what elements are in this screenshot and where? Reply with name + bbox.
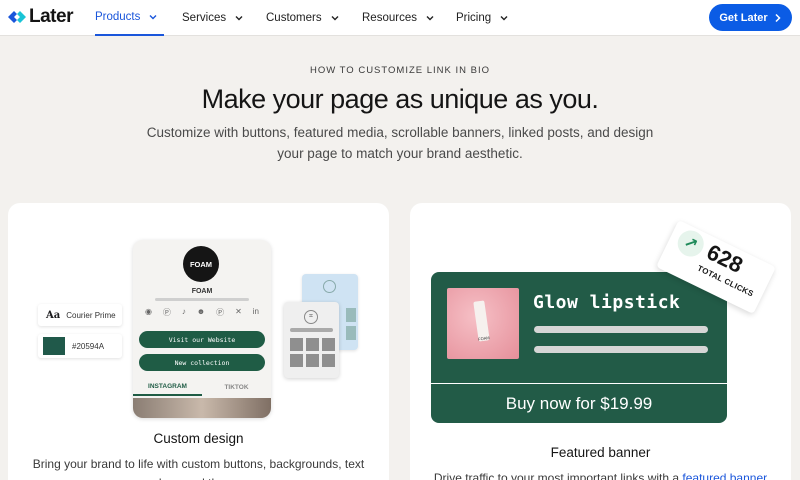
chevron-right-icon — [775, 13, 781, 22]
later-logo-icon — [8, 11, 26, 23]
new-collection-button[interactable]: New collection — [139, 354, 265, 371]
nav-customers-label: Customers — [266, 12, 322, 24]
featured-banner-link[interactable]: featured banner — [682, 471, 767, 480]
card-description: Bring your brand to life with custom but… — [32, 457, 365, 480]
x-icon: ✕ — [235, 307, 242, 316]
card-description: Drive traffic to your most important lin… — [420, 469, 781, 480]
lipstick-image: FOAM — [447, 288, 519, 359]
avatar: FOAM — [183, 246, 219, 282]
font-selector[interactable]: Aa Courier Prime — [38, 304, 122, 326]
banner-buy-label: Buy now for $19.99 — [505, 393, 653, 413]
font-sample: Aa — [46, 309, 61, 321]
social-icons-row: ◉ Ⓟ ♪ ☻ Ⓟ ✕ in — [145, 307, 259, 318]
nav-products-label: Products — [95, 11, 141, 23]
banner-text-placeholder — [534, 346, 708, 353]
chevron-down-icon — [500, 16, 508, 21]
grey-theme-preview: ⌗ — [284, 302, 339, 378]
color-hex: #20594A — [72, 341, 105, 351]
banner-text-placeholder — [534, 326, 708, 333]
card-title: Featured banner — [550, 445, 651, 460]
color-selector[interactable]: #20594A — [38, 334, 122, 358]
nav-pricing[interactable]: Pricing — [456, 0, 509, 36]
chevron-down-icon — [426, 16, 434, 21]
snapchat-icon: ☻ — [196, 307, 206, 316]
custom-design-card: ⌗ FOAM FOAM ◉ Ⓟ ♪ ☻ Ⓟ ✕ in Visit our Web… — [8, 203, 389, 480]
get-later-label: Get Later — [719, 11, 768, 24]
nav-services[interactable]: Services — [182, 0, 244, 36]
tiktok-icon: ♪ — [181, 307, 186, 316]
top-nav: Later Products Services Customers Resour… — [0, 0, 800, 36]
chevron-down-icon — [149, 15, 157, 20]
pinterest-icon: Ⓟ — [216, 308, 225, 317]
get-later-button[interactable]: Get Later — [709, 4, 792, 31]
linkedin-icon: in — [252, 307, 259, 316]
nav-resources[interactable]: Resources — [362, 0, 435, 36]
banner-title: Glow lipstick — [533, 292, 681, 313]
page-subtitle: Customize with buttons, featured media, … — [146, 125, 654, 161]
tab-instagram[interactable]: INSTAGRAM — [133, 378, 202, 396]
nav-resources-label: Resources — [362, 12, 417, 24]
chevron-down-icon — [235, 16, 243, 21]
later-logo[interactable]: Later — [8, 6, 73, 28]
arrow-up-right-icon: ↗ — [673, 226, 709, 261]
tab-tiktok[interactable]: TIKTOK — [202, 378, 271, 396]
font-name: Courier Prime — [66, 310, 116, 320]
profile-tabs: INSTAGRAM TIKTOK — [133, 378, 271, 396]
instagram-icon: ◉ — [145, 307, 152, 316]
section-eyebrow: HOW TO CUSTOMIZE LINK IN BIO — [309, 65, 491, 76]
page-title: Make your page as unique as you. — [201, 84, 599, 114]
logo-text: Later — [29, 6, 73, 27]
card-description-text: Drive traffic to your most important lin… — [433, 471, 683, 480]
nav-products[interactable]: Products — [95, 0, 164, 36]
post-thumbnail — [133, 398, 271, 418]
visit-website-button[interactable]: Visit our Website — [139, 331, 265, 348]
color-swatch — [43, 337, 65, 355]
profile-name: FOAM — [191, 288, 213, 295]
card-title: Custom design — [153, 431, 244, 446]
pinterest-icon: Ⓟ — [162, 308, 171, 317]
featured-banner[interactable]: FOAM Glow lipstick Buy now for $19.99 — [431, 272, 727, 423]
nav-services-label: Services — [182, 12, 227, 24]
chevron-down-icon — [331, 16, 339, 21]
featured-banner-card: FOAM Glow lipstick Buy now for $19.99 ↗ … — [410, 203, 791, 480]
bio-placeholder — [155, 298, 249, 301]
nav-customers[interactable]: Customers — [266, 0, 340, 36]
phone-preview: FOAM FOAM ◉ Ⓟ ♪ ☻ Ⓟ ✕ in Visit our Websi… — [133, 240, 271, 418]
lipstick-icon: FOAM — [473, 300, 490, 342]
banner-buy-button[interactable]: Buy now for $19.99 — [431, 383, 727, 423]
nav-pricing-label: Pricing — [456, 12, 492, 24]
